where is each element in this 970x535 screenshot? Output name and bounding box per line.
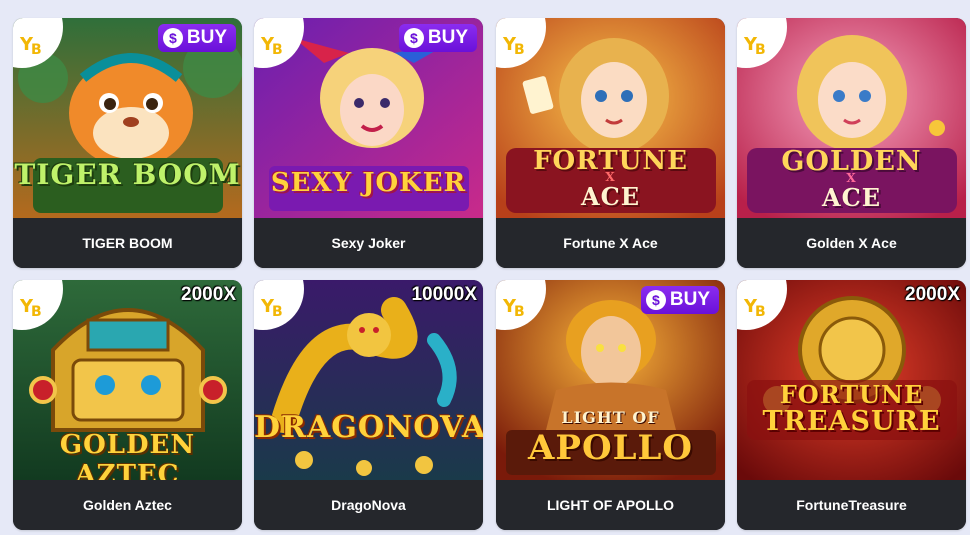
- game-name: Fortune X Ace: [496, 218, 725, 268]
- game-name: TIGER BOOM: [13, 218, 242, 268]
- multiplier-badge: 10000X: [411, 284, 477, 305]
- game-art-title: TREASURE: [762, 406, 941, 437]
- game-card-dragonova[interactable]: DRAGONOVA Y B 10000X DragoNova: [254, 280, 483, 530]
- game-name: DragoNova: [254, 480, 483, 530]
- game-card-golden-x-ace[interactable]: GOLDEN X ACE Y B Golden X Ace: [737, 18, 966, 268]
- badge-label: BUY: [186, 27, 227, 48]
- buy-badge: $ BUY: [640, 286, 719, 314]
- game-name: Golden Aztec: [13, 480, 242, 530]
- multiplier-badge: 2000X: [181, 284, 236, 305]
- svg-text:B: B: [755, 42, 766, 58]
- game-art-title: GOLDEN AZTEC: [59, 430, 196, 480]
- svg-text:B: B: [272, 304, 283, 320]
- yes-bingo-logo-icon: Y B: [743, 296, 766, 320]
- game-card-tiger-boom[interactable]: TIGER BOOM Y B $ BUY TIGER BOOM: [13, 18, 242, 268]
- game-art-subtitle: ACE: [821, 183, 881, 212]
- game-art-top: FORTUNE: [779, 380, 924, 409]
- game-art-subtitle: ACE: [580, 182, 640, 211]
- game-grid: TIGER BOOM Y B $ BUY TIGER BOOM SEXY JOK…: [0, 0, 970, 535]
- game-name: FortuneTreasure: [737, 480, 966, 530]
- badge-label: BUY: [427, 27, 468, 48]
- game-art-title: APOLLO: [528, 428, 693, 468]
- yes-bingo-logo-icon: Y B: [502, 296, 525, 320]
- game-card-golden-aztec[interactable]: GOLDEN AZTEC Y B 2000X Golden Aztec: [13, 280, 242, 530]
- game-card-fortune-x-ace[interactable]: FORTUNE X ACE Y B Fortune X Ace: [496, 18, 725, 268]
- yes-bingo-logo-icon: Y B: [502, 34, 525, 58]
- yes-bingo-logo-icon: Y B: [743, 34, 766, 58]
- buy-badge: $ BUY: [157, 24, 236, 52]
- svg-text:B: B: [514, 304, 525, 320]
- svg-text:B: B: [272, 42, 283, 58]
- dollar-icon: $: [403, 28, 424, 48]
- game-card-sexy-joker[interactable]: SEXY JOKER Y B $ BUY Sexy Joker: [254, 18, 483, 268]
- svg-text:B: B: [31, 304, 42, 320]
- svg-text:B: B: [31, 42, 42, 58]
- svg-text:B: B: [514, 42, 525, 58]
- yes-bingo-logo-icon: Y B: [260, 34, 283, 58]
- game-art-title: SEXY JOKER: [270, 168, 467, 198]
- yes-bingo-logo-icon: Y B: [19, 34, 42, 58]
- game-art-top: LIGHT OF: [561, 408, 660, 427]
- game-name: Golden X Ace: [737, 218, 966, 268]
- buy-badge: $ BUY: [398, 24, 477, 52]
- dollar-icon: $: [645, 290, 666, 310]
- dollar-icon: $: [162, 28, 183, 48]
- badge-label: BUY: [669, 289, 710, 310]
- yes-bingo-logo-icon: Y B: [19, 296, 42, 320]
- yes-bingo-logo-icon: Y B: [260, 296, 283, 320]
- game-art-title: DRAGONOVA: [254, 410, 483, 445]
- multiplier-badge: 2000X: [905, 284, 960, 305]
- game-card-fortune-treasure[interactable]: FORTUNE TREASURE Y B 2000X FortuneTreasu…: [737, 280, 966, 530]
- game-name: Sexy Joker: [254, 218, 483, 268]
- game-card-light-of-apollo[interactable]: LIGHT OF APOLLO Y B $ BUY LIGHT OF APOLL…: [496, 280, 725, 530]
- game-name: LIGHT OF APOLLO: [496, 480, 725, 530]
- game-art-title: TIGER BOOM: [14, 158, 241, 191]
- svg-text:B: B: [755, 304, 766, 320]
